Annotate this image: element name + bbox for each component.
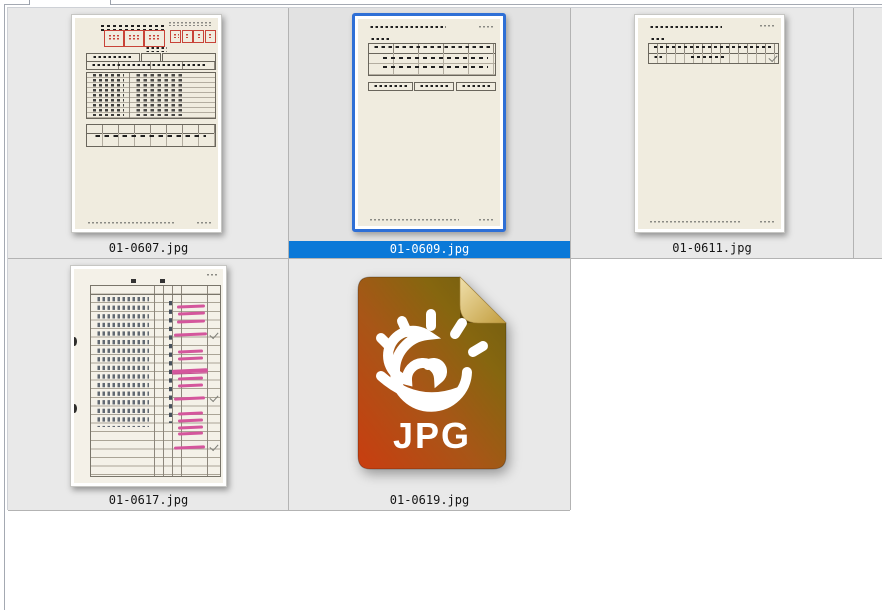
doc-section-label xyxy=(369,38,390,42)
table-cell-text xyxy=(91,135,206,140)
document-page xyxy=(74,269,223,483)
file-thumbnail-0609-selected[interactable] xyxy=(352,13,506,232)
stamp-scribble xyxy=(147,35,162,41)
ledger-qty-text xyxy=(164,301,172,423)
approval-stamp-2 xyxy=(181,29,193,44)
footer-path-text xyxy=(648,221,740,225)
table-cell-text xyxy=(651,56,665,61)
pane-border-top xyxy=(4,4,882,5)
footer-date-text xyxy=(758,221,774,225)
doc-section-label xyxy=(649,38,666,42)
stamp-scribble xyxy=(195,34,202,39)
table-label-text xyxy=(89,74,125,116)
table-header-text xyxy=(371,46,491,51)
billing-table xyxy=(367,43,497,77)
handwritten-amount xyxy=(178,425,204,430)
file-thumbnail-0607[interactable] xyxy=(71,14,222,233)
ledger-header-row xyxy=(90,286,220,295)
table-row-text xyxy=(379,66,488,71)
ledger-column-divider xyxy=(153,285,155,477)
field-text xyxy=(89,64,205,68)
grid-line-horizontal-1 xyxy=(8,258,882,259)
doc-header-text xyxy=(367,26,447,31)
handwritten-amount xyxy=(176,318,206,324)
file-thumbnail-0611[interactable] xyxy=(634,14,785,233)
stamp-scribble xyxy=(184,34,191,39)
toolbar-remnant xyxy=(29,0,111,5)
stamp-scribble xyxy=(207,34,214,39)
stamp-scribble xyxy=(172,34,179,39)
file-name-label[interactable]: 01-0617.jpg xyxy=(9,492,288,509)
approval-stamp-1 xyxy=(170,29,182,44)
document-page xyxy=(75,18,218,229)
stamp-box-1 xyxy=(103,30,125,48)
summary-text xyxy=(460,84,492,88)
doc-subtitle-text xyxy=(143,46,167,52)
thumbnail-browser: { "grid": { "items": [ {"filename": "01-… xyxy=(0,0,882,610)
file-name-label-selected[interactable]: 01-0609.jpg xyxy=(289,241,570,258)
footer-path-text xyxy=(367,218,459,222)
ledger-item-text xyxy=(94,297,149,427)
file-thumbnail-0617[interactable] xyxy=(70,265,227,487)
doc-header-text xyxy=(648,25,723,30)
page-number-text xyxy=(205,273,218,277)
table-header-text xyxy=(650,46,775,51)
grid-line-horizontal-2 xyxy=(8,510,570,511)
summary-box-3 xyxy=(455,81,497,91)
wide-table xyxy=(648,42,779,65)
document-page xyxy=(638,18,781,229)
doc-page-number-text xyxy=(477,25,493,29)
folded-corner xyxy=(459,276,507,324)
table-column-divider xyxy=(129,72,131,119)
footer-path-text xyxy=(86,221,176,225)
approval-stamp-3 xyxy=(193,29,205,44)
file-name-label[interactable]: 01-0619.jpg xyxy=(289,492,570,509)
doc-header-right-text xyxy=(166,22,211,27)
detail-table-1 xyxy=(86,71,216,120)
table-value-text xyxy=(133,74,182,116)
file-name-label[interactable]: 01-0607.jpg xyxy=(9,240,288,257)
grid-line-vertical-2 xyxy=(570,8,571,510)
pane-border-left xyxy=(4,4,5,610)
grid-line-vertical-3 xyxy=(853,8,854,258)
stamp-box-2 xyxy=(123,30,145,48)
grid-line-vertical-1 xyxy=(288,8,289,510)
doc-page-number-text xyxy=(758,25,774,29)
field-strip xyxy=(86,61,216,70)
footer-date-text xyxy=(195,221,213,225)
field-text xyxy=(90,56,132,60)
ledger-column-divider xyxy=(171,285,173,477)
summary-box-1 xyxy=(367,81,413,91)
header-char-1 xyxy=(130,278,136,283)
binder-hole-top xyxy=(74,337,77,347)
footer-date-text xyxy=(477,218,493,222)
table-cell-text xyxy=(687,56,724,61)
stamp-scribble xyxy=(106,35,121,41)
file-name-label[interactable]: 01-0611.jpg xyxy=(571,240,853,257)
stamp-scribble xyxy=(127,35,142,41)
jpg-file-icon: JPG xyxy=(357,276,507,470)
ledger-column-divider xyxy=(206,285,208,477)
file-icon-0619[interactable]: JPG xyxy=(357,276,507,470)
stamp-box-3 xyxy=(144,30,165,48)
summary-box-2 xyxy=(414,81,455,91)
summary-text xyxy=(418,84,450,88)
binder-hole-bottom xyxy=(74,403,77,413)
table-row-text xyxy=(379,57,488,62)
approval-stamp-4 xyxy=(204,29,216,44)
summary-text xyxy=(372,84,408,88)
detail-table-2 xyxy=(86,124,216,147)
header-char-2 xyxy=(160,278,166,283)
document-page xyxy=(358,19,500,226)
jpg-label: JPG xyxy=(393,415,471,456)
